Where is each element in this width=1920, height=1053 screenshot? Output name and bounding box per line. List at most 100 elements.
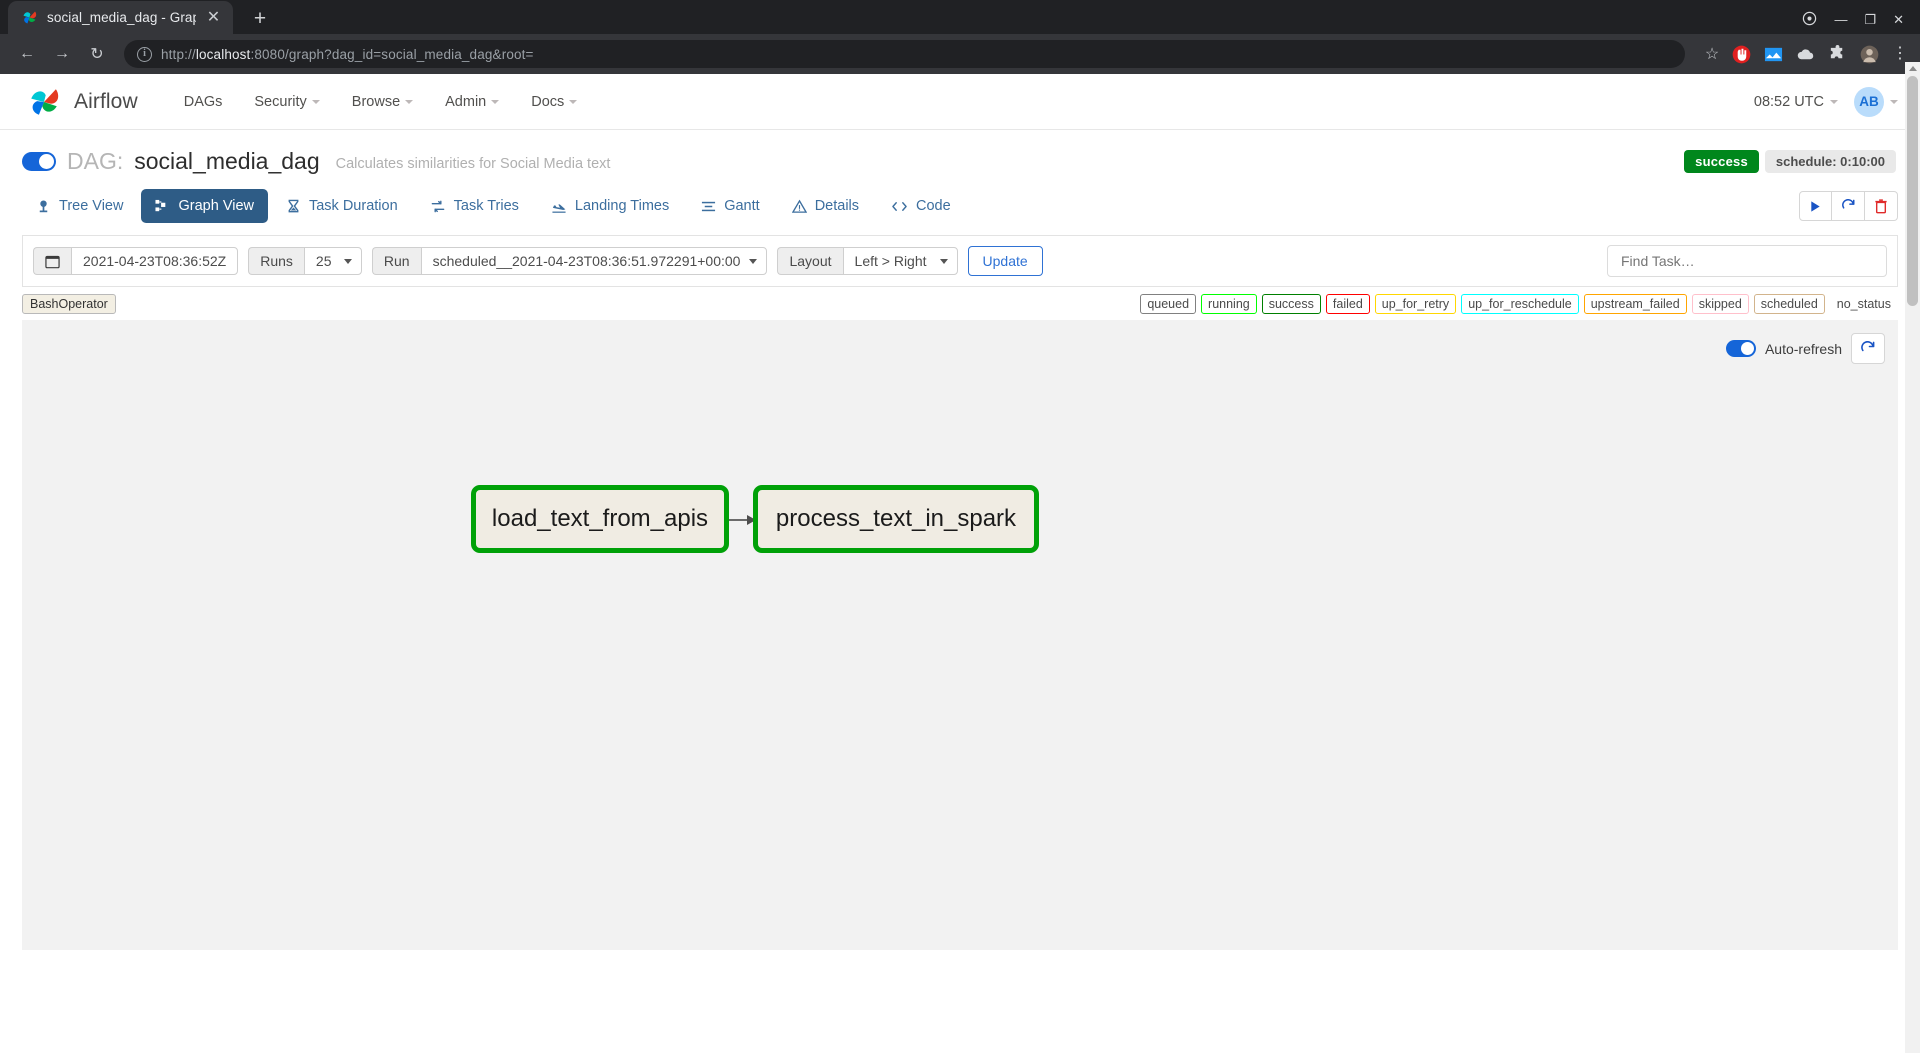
page-scrollbar[interactable] bbox=[1905, 62, 1920, 1053]
legend-no-status: no_status bbox=[1829, 294, 1898, 314]
dag-graph[interactable]: load_text_from_apis process_text_in_spar… bbox=[22, 320, 1898, 950]
utc-time-label: 08:52 UTC bbox=[1753, 93, 1824, 110]
user-menu[interactable]: AB bbox=[1854, 86, 1898, 117]
new-tab-button[interactable]: + bbox=[247, 8, 273, 29]
tab-task-tries[interactable]: Task Tries bbox=[416, 189, 533, 223]
tab-gantt[interactable]: Gantt bbox=[687, 189, 773, 223]
runs-label: Runs bbox=[248, 247, 304, 275]
scrollbar-up-arrow-icon[interactable] bbox=[1909, 66, 1917, 71]
tab-graph-view[interactable]: Graph View bbox=[141, 189, 268, 223]
window-minimize-button[interactable]: — bbox=[1834, 13, 1847, 26]
extensions-zone: ⋮ bbox=[1732, 44, 1908, 64]
airflow-brand-text[interactable]: Airflow bbox=[74, 90, 138, 114]
task-node-process-text-in-spark[interactable]: process_text_in_spark bbox=[753, 485, 1039, 553]
calendar-icon[interactable] bbox=[33, 247, 71, 275]
page-scrollbar-thumb[interactable] bbox=[1907, 76, 1918, 306]
status-badge: success bbox=[1684, 150, 1759, 173]
legend-scheduled: scheduled bbox=[1753, 294, 1825, 314]
address-bar[interactable]: i http://localhost:8080/graph?dag_id=soc… bbox=[124, 40, 1685, 68]
dag-pause-toggle[interactable] bbox=[22, 152, 56, 171]
state-legend: queued running success failed up_for_ret… bbox=[1140, 294, 1898, 314]
airflow-app: Airflow DAGs Security Browse Admin Docs … bbox=[0, 74, 1920, 950]
chevron-down-icon bbox=[1830, 99, 1838, 104]
refresh-dag-button[interactable] bbox=[1832, 191, 1865, 221]
delete-dag-button[interactable] bbox=[1865, 191, 1898, 221]
window-maximize-button[interactable]: ❐ bbox=[1864, 13, 1876, 26]
legend-up-for-reschedule: up_for_reschedule bbox=[1461, 294, 1579, 314]
utc-time-menu[interactable]: 08:52 UTC bbox=[1754, 94, 1838, 110]
execution-date-group: 2021-04-23T08:36:52Z bbox=[33, 247, 239, 275]
legend-running: running bbox=[1201, 294, 1257, 314]
browser-tabstrip: social_media_dag - Graph ✕ + — ❐ ✕ bbox=[0, 0, 1920, 34]
site-info-icon[interactable]: i bbox=[137, 46, 152, 62]
tab-label: Code bbox=[916, 198, 951, 214]
reload-button[interactable]: ↻ bbox=[82, 39, 112, 69]
nav-item-admin[interactable]: Admin bbox=[429, 94, 515, 110]
tab-label: Landing Times bbox=[574, 198, 670, 214]
profile-avatar-icon[interactable] bbox=[1860, 45, 1879, 64]
tab-close-icon[interactable]: ✕ bbox=[205, 9, 222, 26]
run-select[interactable]: scheduled__2021-04-23T08:36:51.972291+00… bbox=[420, 247, 768, 275]
retry-icon bbox=[431, 200, 444, 212]
find-task-input[interactable] bbox=[1607, 245, 1887, 277]
puzzle-extensions-icon[interactable] bbox=[1828, 44, 1847, 64]
tab-details[interactable]: Details bbox=[778, 189, 873, 223]
legend-queued: queued bbox=[1140, 294, 1197, 314]
graph-canvas-panel[interactable]: Auto-refresh load_text_from_apis process… bbox=[22, 320, 1898, 950]
layout-select[interactable]: Left > Right bbox=[842, 247, 958, 275]
browser-sync-icon[interactable] bbox=[1802, 11, 1817, 28]
back-button[interactable]: ← bbox=[12, 39, 42, 69]
legend-failed: failed bbox=[1325, 294, 1370, 314]
nav-label: Admin bbox=[445, 93, 487, 110]
dag-action-buttons bbox=[1799, 191, 1898, 221]
forward-button[interactable]: → bbox=[47, 39, 77, 69]
cloud-icon[interactable] bbox=[1796, 45, 1815, 64]
nav-item-browse[interactable]: Browse bbox=[336, 94, 429, 110]
dag-description: Calculates similarities for Social Media… bbox=[335, 155, 611, 172]
ublock-icon[interactable] bbox=[1732, 45, 1751, 64]
schedule-badge[interactable]: schedule: 0:10:00 bbox=[1764, 150, 1896, 173]
nav-item-security[interactable]: Security bbox=[238, 94, 335, 110]
runs-select[interactable]: 25 bbox=[303, 247, 362, 275]
airflow-navbar: Airflow DAGs Security Browse Admin Docs … bbox=[0, 74, 1920, 130]
layout-group: Layout Left > Right bbox=[777, 247, 958, 275]
execution-date-input[interactable]: 2021-04-23T08:36:52Z bbox=[71, 247, 239, 275]
airflow-logo-icon[interactable] bbox=[26, 85, 62, 119]
tab-landing-times[interactable]: Landing Times bbox=[537, 189, 683, 223]
tree-view-icon bbox=[39, 200, 48, 212]
tab-label: Graph View bbox=[178, 198, 254, 214]
tab-tree-view[interactable]: Tree View bbox=[22, 189, 137, 223]
bookmark-star-icon[interactable]: ☆ bbox=[1697, 39, 1727, 69]
nav-label: Docs bbox=[531, 93, 565, 110]
browser-tab[interactable]: social_media_dag - Graph ✕ bbox=[8, 1, 233, 34]
avatar: AB bbox=[1854, 86, 1884, 117]
dag-prefix-label: DAG: bbox=[67, 148, 124, 174]
chevron-down-icon bbox=[491, 99, 500, 104]
tab-task-duration[interactable]: Task Duration bbox=[272, 189, 412, 223]
task-node-load-text-from-apis[interactable]: load_text_from_apis bbox=[471, 485, 729, 553]
run-label: Run bbox=[371, 247, 421, 275]
legend-row: BashOperator queued running success fail… bbox=[0, 287, 1920, 320]
dag-header: DAG: social_media_dag Calculates similar… bbox=[0, 130, 1920, 185]
chevron-down-icon bbox=[1890, 99, 1898, 104]
nav-item-dags[interactable]: DAGs bbox=[168, 94, 239, 110]
trash-icon bbox=[1875, 198, 1887, 213]
nav-item-docs[interactable]: Docs bbox=[515, 94, 593, 110]
update-button[interactable]: Update bbox=[967, 246, 1043, 276]
screenshot-icon[interactable] bbox=[1764, 45, 1783, 64]
window-close-button[interactable]: ✕ bbox=[1893, 13, 1904, 26]
tab-label: Task Tries bbox=[453, 198, 519, 214]
page-title: social_media_dag bbox=[134, 148, 320, 174]
trigger-dag-button[interactable] bbox=[1799, 191, 1832, 221]
navbar-right: 08:52 UTC AB bbox=[1754, 86, 1898, 117]
warning-triangle-icon bbox=[791, 199, 807, 213]
view-tabs: Tree View Graph View Task Duration Task … bbox=[0, 185, 1920, 223]
browser-menu-button[interactable]: ⋮ bbox=[1892, 46, 1908, 62]
tab-code[interactable]: Code bbox=[877, 189, 965, 223]
legend-skipped: skipped bbox=[1691, 294, 1749, 314]
task-node-label: load_text_from_apis bbox=[491, 505, 709, 532]
run-group: Run scheduled__2021-04-23T08:36:51.97229… bbox=[371, 247, 768, 275]
tab-label: Gantt bbox=[724, 198, 760, 214]
gantt-icon bbox=[702, 201, 716, 211]
chevron-down-icon bbox=[405, 99, 414, 104]
